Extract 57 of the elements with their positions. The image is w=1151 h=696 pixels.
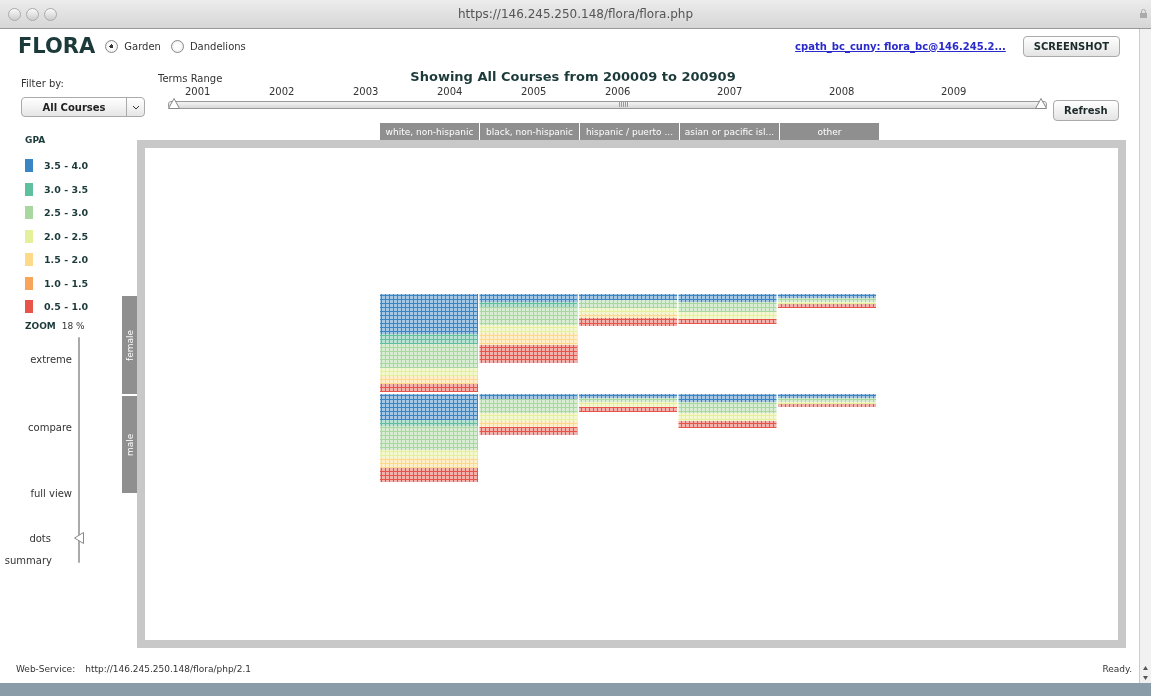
zoom-stop-label[interactable]: full view	[30, 487, 72, 499]
scroll-arrows-icon[interactable]	[1142, 665, 1149, 681]
year-label: 2008	[829, 86, 856, 97]
year-label: 2005	[521, 86, 548, 97]
zoom-stop-label[interactable]: dots	[29, 532, 51, 544]
legend-title: GPA	[25, 135, 47, 145]
row-header: female	[122, 296, 137, 394]
legend-label: 0.5 - 1.0	[44, 301, 89, 313]
year-label: 2002	[269, 86, 296, 97]
view-title: Showing All Courses from 200009 to 200909	[410, 69, 736, 84]
lock-icon	[1140, 9, 1147, 18]
zoom-stop-label[interactable]: extreme	[30, 353, 72, 365]
column-header: hispanic / puerto ...	[580, 123, 680, 140]
year-label: 2003	[353, 86, 380, 97]
view-radio[interactable]: Dandelions	[170, 39, 246, 53]
year-label: 2007	[717, 86, 744, 97]
terms-range-slider[interactable]	[168, 101, 1047, 109]
column-header: other	[780, 123, 880, 140]
service-url: http://146.245.250.148/flora/php/2.1	[85, 664, 251, 674]
legend-label: 3.5 - 4.0	[44, 160, 89, 172]
minimize-icon[interactable]	[26, 7, 39, 21]
legend-label: 3.0 - 3.5	[44, 183, 89, 195]
year-label: 2001	[185, 86, 212, 97]
scrollbar[interactable]	[1139, 29, 1151, 683]
zoom-stop-label[interactable]: summary	[4, 554, 52, 566]
account-link[interactable]: cpath_bc_cuny: flora_bc@146.245.2...	[795, 40, 1006, 52]
zoom-value: 18 %	[61, 320, 85, 331]
app-logo: FLORA	[18, 34, 96, 58]
legend-label: 1.0 - 1.5	[44, 277, 89, 289]
status-label: Web-Service:	[16, 664, 76, 674]
filter-dropdown[interactable]: All Courses	[21, 97, 145, 117]
legend-label: 2.5 - 3.0	[44, 207, 89, 219]
column-header: white, non-hispanic	[380, 123, 480, 140]
filter-label: Filter by:	[21, 78, 65, 89]
year-label: 2004	[437, 86, 464, 97]
zoom-label: ZOOM	[25, 320, 56, 331]
terms-range-label: Terms Range	[158, 73, 223, 84]
zoom-icon[interactable]	[44, 7, 57, 21]
range-start-handle[interactable]	[168, 98, 180, 109]
row-header: male	[122, 396, 137, 493]
refresh-button[interactable]: Refresh	[1053, 100, 1119, 121]
status-text: Ready.	[1102, 664, 1132, 674]
page-url: https://146.245.250.148/flora/flora.php	[457, 7, 694, 21]
year-label: 2006	[605, 86, 632, 97]
year-label: 2009	[941, 86, 968, 97]
zoom-stop-label[interactable]: compare	[28, 421, 72, 433]
chevron-icon	[131, 104, 140, 110]
zoom-handle[interactable]	[74, 531, 84, 544]
screenshot-button[interactable]: SCREENSHOT	[1022, 35, 1120, 57]
legend-label: 2.0 - 2.5	[44, 230, 89, 242]
column-header: black, non-hispanic	[480, 123, 580, 140]
legend-label: 1.5 - 2.0	[44, 254, 89, 266]
column-header: asian or pacific isl...	[680, 123, 780, 140]
close-icon[interactable]	[8, 7, 21, 21]
grip-icon	[619, 102, 629, 107]
view-radio[interactable]: Garden	[105, 39, 161, 53]
range-end-handle[interactable]	[1035, 98, 1047, 109]
